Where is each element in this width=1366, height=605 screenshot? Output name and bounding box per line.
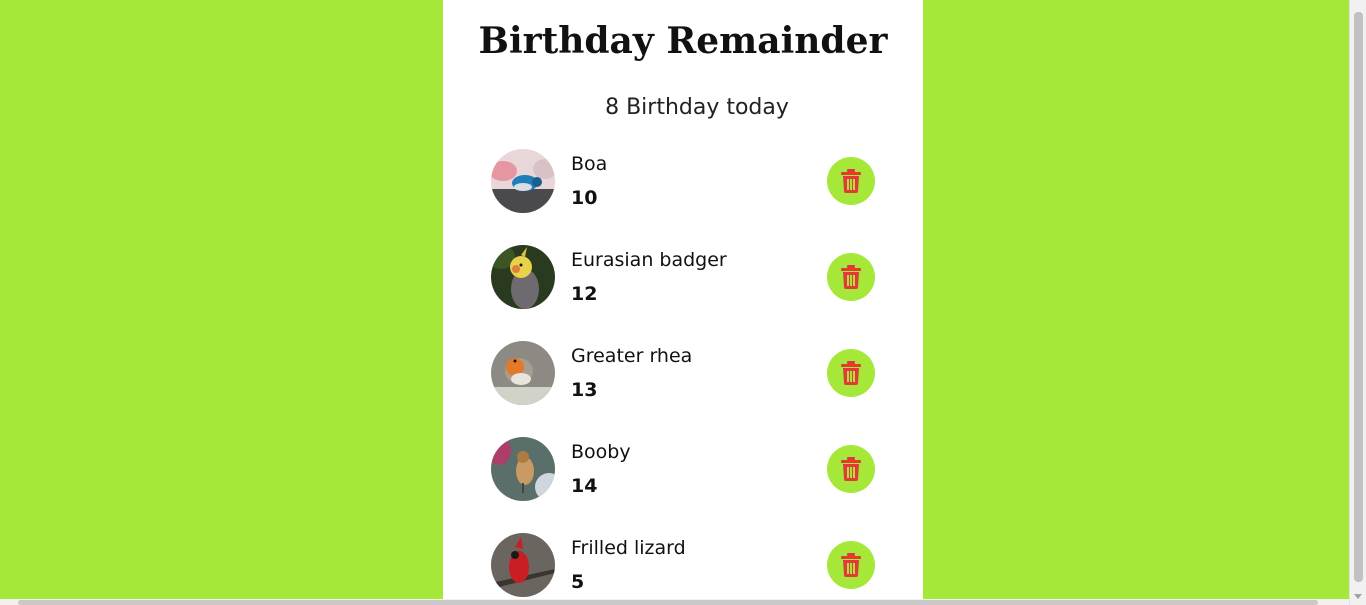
list-item: Greater rhea 13 — [491, 341, 875, 437]
birthday-list: Boa 10 Eurasian badger 12 Greater rhea 1… — [491, 149, 875, 605]
avatar — [491, 533, 555, 597]
person-name: Boa — [571, 153, 608, 175]
vertical-scroll-thumb[interactable] — [1354, 12, 1363, 582]
delete-button[interactable] — [827, 445, 875, 493]
person-name: Frilled lizard — [571, 537, 686, 559]
person-name: Booby — [571, 441, 631, 463]
birthday-card: Birthday Remainder 8 Birthday today Boa … — [443, 0, 923, 605]
person-age: 13 — [571, 379, 598, 401]
horizontal-scrollbar[interactable] — [0, 599, 1349, 605]
trash-icon — [841, 265, 861, 289]
person-name: Eurasian badger — [571, 249, 727, 271]
avatar — [491, 245, 555, 309]
avatar — [491, 437, 555, 501]
horizontal-scroll-thumb[interactable] — [18, 600, 1318, 605]
person-name: Greater rhea — [571, 345, 693, 367]
trash-icon — [841, 361, 861, 385]
person-age: 10 — [571, 187, 598, 209]
list-item: Frilled lizard 5 — [491, 533, 875, 605]
birthday-count: 8 Birthday today — [605, 95, 789, 120]
trash-icon — [841, 553, 861, 577]
page-title: Birthday Remainder — [478, 20, 888, 62]
avatar — [491, 341, 555, 405]
list-item: Eurasian badger 12 — [491, 245, 875, 341]
trash-icon — [841, 457, 861, 481]
person-age: 5 — [571, 571, 585, 593]
list-item: Boa 10 — [491, 149, 875, 245]
vertical-scrollbar[interactable] — [1349, 0, 1366, 605]
delete-button[interactable] — [827, 157, 875, 205]
person-age: 14 — [571, 475, 598, 497]
delete-button[interactable] — [827, 253, 875, 301]
avatar — [491, 149, 555, 213]
delete-button[interactable] — [827, 541, 875, 589]
trash-icon — [841, 169, 861, 193]
delete-button[interactable] — [827, 349, 875, 397]
person-age: 12 — [571, 283, 598, 305]
list-item: Booby 14 — [491, 437, 875, 533]
scroll-down-arrow-icon[interactable] — [1354, 594, 1362, 599]
